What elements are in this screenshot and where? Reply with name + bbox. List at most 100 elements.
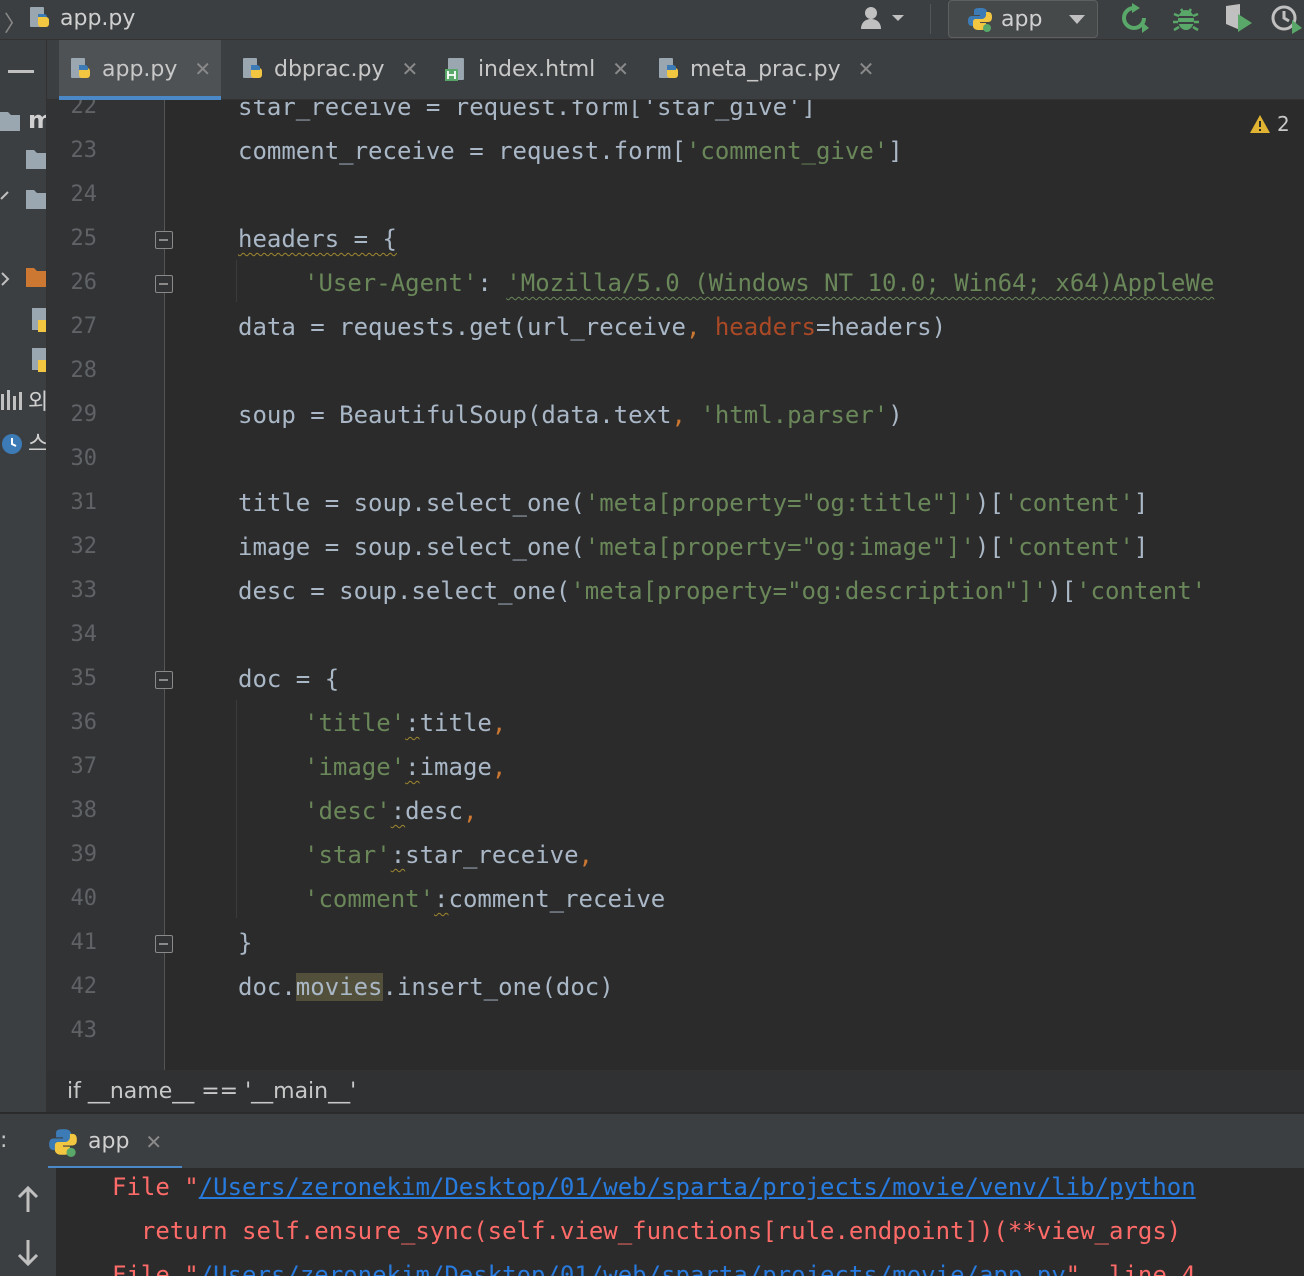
folder-icon[interactable]	[0, 110, 20, 132]
console-file-link[interactable]: /Users/zeronekim/Desktop/01/web/sparta/p…	[199, 1261, 1066, 1276]
code-line: star_receive = request.form['star_give']	[238, 100, 816, 121]
fold-marker[interactable]	[155, 231, 173, 249]
chevron-down-icon	[892, 15, 904, 21]
scratches-icon[interactable]	[0, 432, 24, 456]
code-editor[interactable]: 22 23 24 25 26 27 28 29 30 31 32 33 34 3…	[47, 100, 1304, 1070]
line-number: 28	[70, 358, 98, 383]
line-number: 40	[70, 886, 98, 911]
external-libraries-label[interactable]: 외	[28, 384, 46, 416]
line-number: 33	[70, 578, 98, 603]
nav-file-name: app.py	[60, 5, 136, 31]
line-number: 32	[70, 534, 98, 559]
line-number: 30	[70, 446, 98, 471]
code-line: }	[238, 929, 253, 957]
run-console[interactable]: File "/Users/zeronekim/Desktop/01/web/sp…	[0, 1168, 1304, 1276]
folder-icon[interactable]	[26, 266, 46, 288]
folder-icon[interactable]	[26, 188, 46, 210]
line-number: 25	[70, 226, 98, 251]
indent-guide	[236, 260, 237, 302]
tab-dbprac-py[interactable]: dbprac.py ✕	[231, 40, 421, 98]
code-line: soup = BeautifulSoup(data.text, 'html.pa…	[238, 401, 903, 429]
tab-app-py[interactable]: app.py ✕	[59, 40, 221, 100]
python-file-icon	[659, 58, 678, 78]
fold-marker[interactable]	[155, 275, 173, 293]
console-line: return self.ensure_sync(self.view_functi…	[112, 1217, 1182, 1245]
tab-label: meta_prac.py	[690, 56, 841, 82]
line-number: 34	[70, 622, 98, 647]
tab-index-html[interactable]: index.html ✕	[435, 40, 629, 98]
python-file-icon[interactable]	[30, 306, 47, 334]
line-number: 43	[70, 1018, 98, 1043]
code-line: 'comment':comment_receive	[304, 885, 666, 913]
arrow-up-icon[interactable]	[16, 1186, 40, 1214]
external-libraries-icon[interactable]	[0, 388, 22, 410]
close-icon[interactable]: ✕	[612, 57, 629, 81]
run-with-coverage-icon[interactable]	[1222, 2, 1254, 34]
folder-icon[interactable]	[26, 148, 46, 170]
inspection-warnings-badge[interactable]: 2	[1249, 112, 1290, 136]
rerun-icon[interactable]	[1118, 2, 1150, 34]
python-file-icon[interactable]	[30, 346, 47, 374]
fold-marker[interactable]	[155, 671, 173, 689]
warning-icon	[1250, 115, 1270, 133]
close-icon[interactable]: ✕	[402, 57, 419, 81]
line-number: 38	[70, 798, 98, 823]
arrow-down-icon[interactable]	[16, 1238, 40, 1266]
line-number: 31	[70, 490, 98, 515]
run-tab-label: app	[88, 1129, 130, 1154]
vcs-user-button[interactable]	[858, 2, 918, 34]
code-line: comment_receive = request.form['comment_…	[238, 137, 903, 165]
line-number: 39	[70, 842, 98, 867]
code-line: doc.movies.insert_one(doc)	[238, 973, 614, 1001]
console-line: File "/Users/zeronekim/Desktop/01/web/sp…	[112, 1173, 1196, 1201]
line-number: 23	[70, 138, 98, 163]
indent-guide	[236, 700, 237, 918]
tab-label: dbprac.py	[274, 56, 385, 82]
console-line: File "/Users/zeronekim/Desktop/01/web/sp…	[112, 1253, 1196, 1276]
python-icon	[968, 8, 992, 32]
nav-breadcrumb-file[interactable]: app.py	[28, 4, 135, 32]
warning-count: 2	[1277, 112, 1290, 136]
line-number: 36	[70, 710, 98, 735]
chevron-right-icon[interactable]	[0, 272, 10, 286]
html-file-icon	[445, 58, 464, 81]
check-icon	[0, 191, 9, 200]
close-icon[interactable]: ✕	[194, 57, 211, 81]
code-line: 'star':star_receive,	[304, 841, 593, 869]
code-line: data = requests.get(url_receive, headers…	[238, 313, 947, 341]
run-panel-title: :	[0, 1128, 8, 1153]
chevron-down-icon	[1069, 15, 1085, 24]
code-line: 'desc':desc,	[304, 797, 478, 825]
code-line: doc = {	[238, 665, 340, 693]
console-file-link[interactable]: /Users/zeronekim/Desktop/01/web/sparta/p…	[199, 1173, 1196, 1201]
line-number: 37	[70, 754, 98, 779]
python-file-icon	[30, 7, 49, 27]
close-icon[interactable]: ✕	[145, 1130, 162, 1154]
code-line: title = soup.select_one('meta[property="…	[238, 489, 1149, 517]
run-tab-app[interactable]: app ✕	[48, 1114, 182, 1170]
tab-label: app.py	[102, 56, 178, 82]
code-breadcrumb-bar[interactable]: if __name__ == '__main__'	[47, 1070, 1304, 1112]
code-breadcrumb[interactable]: if __name__ == '__main__'	[67, 1079, 356, 1104]
close-icon[interactable]: ✕	[858, 57, 875, 81]
chevron-right-icon: 〉	[4, 12, 27, 37]
collapse-panel-button[interactable]	[8, 70, 34, 73]
tab-meta-prac-py[interactable]: meta_prac.py ✕	[647, 40, 877, 98]
project-root-label[interactable]: m	[28, 106, 46, 134]
project-tool-strip: m 외 스	[0, 40, 47, 1112]
debug-icon[interactable]	[1170, 2, 1202, 34]
code-line: image = soup.select_one('meta[property="…	[238, 533, 1149, 561]
code-line: 'title':title,	[304, 709, 507, 737]
main-toolbar: 〉 app.py app	[0, 0, 1304, 40]
python-file-icon	[243, 58, 262, 78]
profile-icon[interactable]	[1270, 2, 1302, 34]
python-file-icon	[71, 58, 90, 78]
run-config-select[interactable]: app	[948, 0, 1098, 38]
fold-marker[interactable]	[155, 935, 173, 953]
code-line: headers = {	[238, 225, 397, 253]
python-icon	[49, 1128, 77, 1157]
run-config-label: app	[1001, 6, 1043, 32]
line-number: 35	[70, 666, 98, 691]
scratches-label[interactable]: 스	[28, 426, 46, 458]
console-toolbar	[0, 1168, 56, 1276]
